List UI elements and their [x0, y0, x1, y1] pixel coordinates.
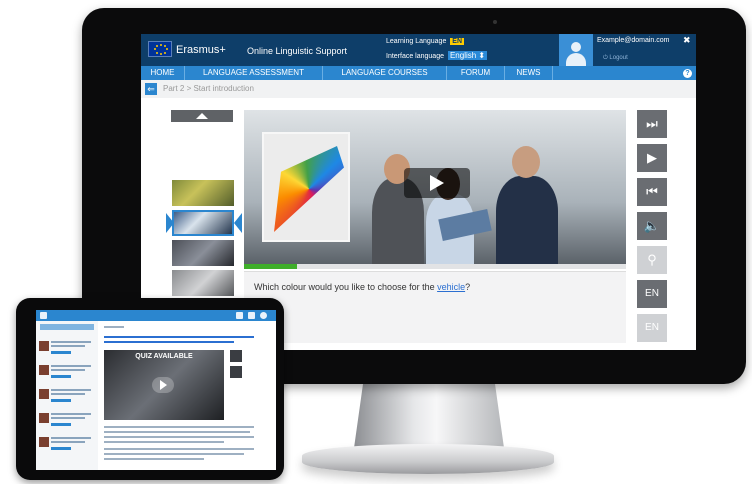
tablet-screen: QUIZ AVAILABLE [36, 310, 276, 470]
list-item[interactable] [39, 363, 95, 381]
next-icon[interactable]: ⏭ [637, 110, 667, 138]
brand-name: Erasmus+ [176, 44, 226, 56]
tablet-device: QUIZ AVAILABLE [16, 298, 284, 480]
mail-icon[interactable] [248, 312, 255, 319]
text-line [104, 326, 124, 328]
list-item[interactable] [39, 339, 95, 357]
user-email: Example@domain.com [597, 37, 670, 44]
device-mockup: Erasmus+ Online Linguistic Support Learn… [0, 0, 752, 484]
eu-flag-icon [148, 41, 172, 57]
thumbnail-1[interactable] [172, 180, 234, 206]
tablet-top-bar [36, 310, 276, 321]
breadcrumb: Part 2 > Start introduction [163, 84, 254, 93]
person-3 [496, 176, 558, 264]
learning-language-badge[interactable]: EN [450, 38, 465, 45]
learning-language: Learning Language EN [386, 38, 465, 45]
interface-language: Interface language English ⬍ [386, 51, 488, 60]
help-icon[interactable]: ? [683, 69, 692, 78]
thumbnail-3[interactable] [172, 240, 234, 266]
nav-language-courses[interactable]: LANGUAGE COURSES [323, 66, 447, 80]
text-line [104, 431, 250, 433]
text-line [104, 336, 254, 338]
monitor-stand-base [302, 444, 554, 474]
monitor-stand-neck [354, 384, 504, 448]
volume-icon[interactable]: 🔈 [637, 212, 667, 240]
app-header: Erasmus+ Online Linguistic Support Learn… [141, 34, 696, 66]
main-nav: HOME LANGUAGE ASSESSMENT LANGUAGE COURSE… [141, 66, 696, 80]
logout-link[interactable]: ⏻ Logout [603, 55, 628, 62]
question-panel: Which colour would you like to choose fo… [244, 271, 626, 343]
tablet-sidebar-header [40, 324, 94, 330]
nav-forum[interactable]: FORUM [447, 66, 505, 80]
interface-language-select[interactable]: English ⬍ [447, 51, 488, 60]
person-3-head [512, 146, 540, 178]
text-line [104, 426, 254, 428]
color-swatch-image [262, 132, 350, 242]
tablet-play-icon[interactable] [152, 377, 174, 393]
interface-language-label: Interface language [386, 53, 444, 60]
language-en-button[interactable]: EN [637, 280, 667, 308]
breadcrumb-bar: ⇐ Part 2 > Start introduction [141, 80, 696, 98]
list-item[interactable] [39, 435, 95, 453]
document-icon[interactable] [230, 366, 242, 378]
nav-home[interactable]: HOME [141, 66, 185, 80]
learning-language-label: Learning Language [386, 38, 447, 45]
lesson-progress-bar [244, 264, 626, 269]
site-subtitle: Online Linguistic Support [247, 46, 348, 56]
thumb-pointer-right-icon [234, 213, 242, 233]
text-line [104, 453, 244, 455]
thumbnail-4[interactable] [172, 270, 234, 296]
text-line [104, 448, 254, 450]
vehicle-link[interactable]: vehicle [437, 282, 465, 292]
thumb-pointer-left-icon [166, 213, 174, 233]
lesson-progress-fill [244, 264, 298, 269]
tablet-video-player[interactable]: QUIZ AVAILABLE [104, 350, 224, 420]
list-item[interactable] [39, 387, 95, 405]
question-text: Which colour would you like to choose fo… [254, 282, 471, 292]
quiz-available-label: QUIZ AVAILABLE [135, 353, 193, 360]
thumbnail-2-active[interactable] [172, 210, 234, 236]
video-play-icon[interactable] [404, 168, 470, 198]
scroll-up-button[interactable] [171, 110, 233, 122]
user-avatar-icon[interactable] [559, 34, 593, 66]
nav-language-assessment[interactable]: LANGUAGE ASSESSMENT [185, 66, 323, 80]
play-icon[interactable]: ▶ [637, 144, 667, 172]
location-pin-icon[interactable]: ⚲ [637, 246, 667, 274]
tablet-sidebar [36, 321, 98, 470]
text-line [104, 341, 234, 343]
previous-icon[interactable]: ⏮ [637, 178, 667, 206]
back-button[interactable]: ⇐ [145, 83, 157, 95]
text-line [104, 436, 254, 438]
nav-news[interactable]: NEWS [505, 66, 553, 80]
camera-dot [493, 20, 497, 24]
video-player[interactable] [244, 110, 626, 264]
chat-icon[interactable] [230, 350, 242, 362]
help-icon[interactable] [260, 312, 267, 319]
home-icon[interactable] [40, 312, 47, 319]
language-en-button-alt[interactable]: EN [637, 314, 667, 342]
close-icon[interactable]: ✖ [683, 35, 691, 46]
list-item[interactable] [39, 411, 95, 429]
text-line [104, 458, 204, 460]
user-icon[interactable] [236, 312, 243, 319]
text-line [104, 441, 224, 443]
